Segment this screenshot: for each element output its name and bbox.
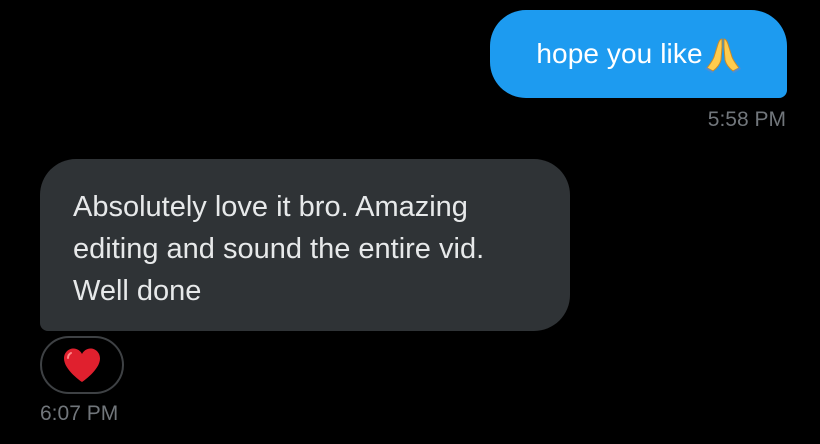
outgoing-message-timestamp: 5:58 PM <box>707 108 786 131</box>
reaction-pill[interactable] <box>40 336 124 394</box>
outgoing-message-text: hope you like <box>536 38 703 69</box>
incoming-message-line: Well done <box>73 275 202 307</box>
outgoing-message-bubble[interactable]: hope you like <box>490 10 787 98</box>
incoming-message-timestamp: 6:07 PM <box>40 402 119 425</box>
message-thread: hope you like 5:58 PM Absolutely love it… <box>0 0 820 444</box>
incoming-message-bubble[interactable]: Absolutely love it bro. Amazing editing … <box>40 159 570 331</box>
incoming-message-line: Absolutely love it bro. Amazing <box>73 191 468 223</box>
folded-hands-icon <box>704 35 741 73</box>
incoming-message-line: editing and sound the entire vid. <box>73 233 485 265</box>
red-heart-icon <box>64 348 100 382</box>
